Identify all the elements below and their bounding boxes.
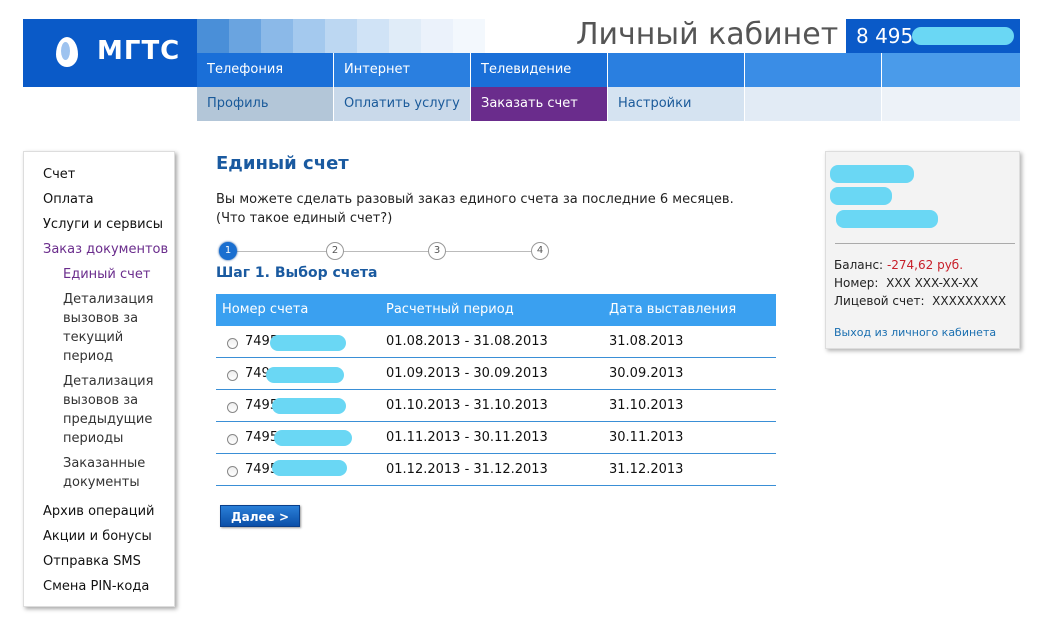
row-divider [216, 485, 776, 486]
row-radio[interactable] [227, 434, 238, 445]
sidebar-subitem-previous-calls[interactable]: Детализация вызовов за предыдущие период… [63, 372, 163, 448]
header-gradient-block [197, 19, 229, 53]
sidebar-item-services[interactable]: Услуги и сервисы [43, 217, 163, 232]
step-4: 4 [531, 242, 549, 260]
issue-date: 31.08.2013 [609, 334, 684, 349]
billing-period: 01.09.2013 - 30.09.2013 [386, 366, 548, 381]
page-title: Единый счет [216, 153, 349, 174]
row-divider [216, 357, 776, 358]
what-is-single-bill-link[interactable]: (Что такое единый счет?) [216, 211, 392, 226]
header-gradient-block [229, 19, 261, 53]
header-gradient-block [421, 19, 453, 53]
row-divider [216, 389, 776, 390]
subnav-pay-service[interactable]: Оплатить услугу [334, 87, 471, 121]
billing-period: 01.08.2013 - 31.08.2013 [386, 334, 548, 349]
header-gradient-block [357, 19, 389, 53]
logo-icon-highlight [61, 42, 70, 60]
header-gradient-block [389, 19, 421, 53]
tab-television[interactable]: Телевидение [471, 53, 608, 87]
balance-value: -274,62 руб. [886, 258, 964, 272]
user-name-redaction [830, 187, 892, 205]
subnav-order-bill[interactable]: Заказать счет [471, 87, 608, 121]
issue-date: 31.12.2013 [609, 462, 684, 477]
row-divider [216, 453, 776, 454]
phone-number: 8 495 [856, 24, 914, 48]
logout-link[interactable]: Выход из личного кабинета [834, 326, 996, 339]
page-header-title: Личный кабинет [576, 17, 839, 52]
sidebar-subitem-ordered-documents[interactable]: Заказанные документы [63, 454, 163, 492]
step-heading: Шаг 1. Выбор счета [216, 265, 378, 281]
sidebar-item-bill[interactable]: Счет [43, 167, 75, 182]
billing-period: 01.10.2013 - 31.10.2013 [386, 398, 548, 413]
step-3: 3 [428, 242, 446, 260]
header-gradient-block [325, 19, 357, 53]
step-1: 1 [219, 242, 237, 260]
header-gradient-block [453, 19, 485, 53]
number-value: XXX XXX-XX-XX [886, 276, 979, 290]
row-radio[interactable] [227, 370, 238, 381]
account-redaction [272, 460, 347, 476]
step-2: 2 [326, 242, 344, 260]
personal-account-value: XXXXXXXXX [932, 294, 1007, 308]
account-redaction [274, 430, 352, 446]
issue-date: 31.10.2013 [609, 398, 684, 413]
subnav-settings[interactable]: Настройки [608, 87, 745, 121]
header-gradient-block [261, 19, 293, 53]
stepper-line [226, 251, 540, 252]
subnav-empty-cell [745, 87, 882, 121]
phone-row: Номер: XXX XXX-XX-XX [834, 276, 978, 290]
phone-redaction [912, 27, 1014, 45]
row-radio[interactable] [227, 338, 238, 349]
sidebar-item-payment[interactable]: Оплата [43, 192, 94, 207]
row-divider [216, 421, 776, 422]
divider [835, 243, 1015, 244]
nav-empty-cell [882, 53, 1020, 87]
sidebar-item-promotions[interactable]: Акции и бонусы [43, 529, 152, 544]
user-name-redaction [836, 210, 938, 228]
subnav-empty-cell [882, 87, 1020, 121]
tab-telephony[interactable]: Телефония [197, 53, 334, 87]
sidebar-subitem-single-bill[interactable]: Единый счет [63, 265, 163, 284]
tab-internet[interactable]: Интернет [334, 53, 471, 87]
column-header-date: Дата выставления [609, 302, 737, 317]
logo-text: МГТС [97, 36, 181, 66]
row-radio[interactable] [227, 402, 238, 413]
issue-date: 30.11.2013 [609, 430, 684, 445]
account-row: Лицевой счет: XXXXXXXXX [834, 294, 1006, 308]
personal-account-label: Лицевой счет: [834, 294, 925, 308]
balance-row: Баланс: -274,62 руб. [834, 258, 963, 272]
sidebar-item-archive[interactable]: Архив операций [43, 504, 155, 519]
intro-text: Вы можете сделать разовый заказ единого … [216, 192, 734, 207]
billing-period: 01.12.2013 - 31.12.2013 [386, 462, 548, 477]
user-name-redaction [830, 165, 914, 183]
issue-date: 30.09.2013 [609, 366, 684, 381]
sidebar-item-send-sms[interactable]: Отправка SMS [43, 554, 141, 569]
account-redaction [266, 367, 344, 383]
nav-empty-cell [608, 53, 745, 87]
sidebar-item-order-documents[interactable]: Заказ документов [43, 242, 168, 257]
account-redaction [270, 335, 346, 351]
sidebar-item-change-pin[interactable]: Смена PIN-кода [43, 579, 149, 594]
column-header-period: Расчетный период [386, 302, 514, 317]
subnav-profile[interactable]: Профиль [197, 87, 334, 121]
row-radio[interactable] [227, 466, 238, 477]
balance-label: Баланс: [834, 258, 884, 272]
column-header-account: Номер счета [222, 302, 309, 317]
sidebar-subitem-current-calls[interactable]: Детализация вызовов за текущий период [63, 290, 163, 366]
billing-period: 01.11.2013 - 30.11.2013 [386, 430, 548, 445]
nav-empty-cell [745, 53, 882, 87]
account-redaction [272, 398, 346, 414]
next-button[interactable]: Далее > [220, 505, 300, 527]
header-gradient-block [293, 19, 325, 53]
number-label: Номер: [834, 276, 879, 290]
